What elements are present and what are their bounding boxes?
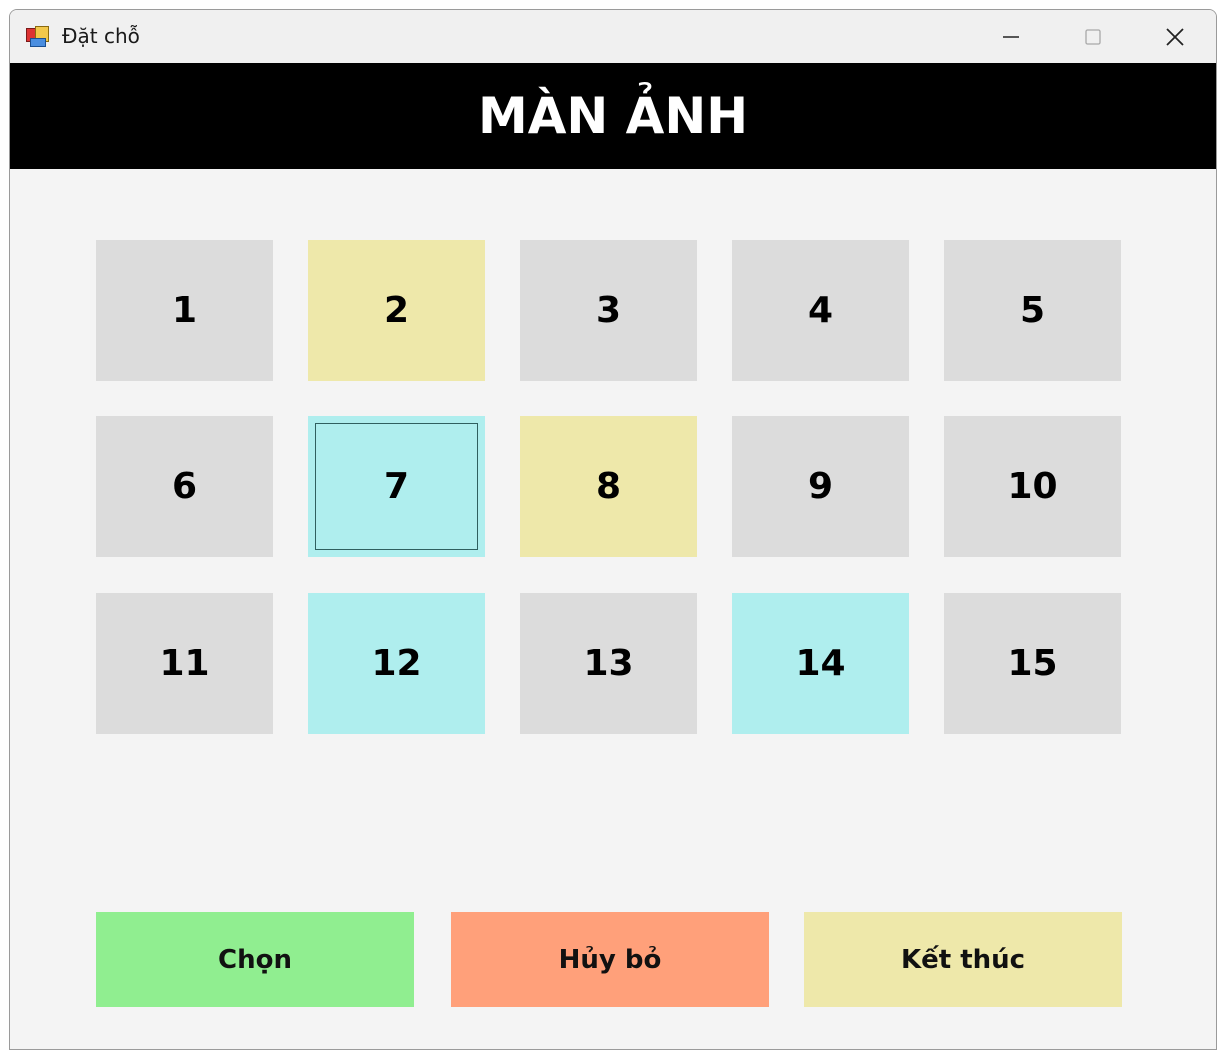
screen-banner: MÀN ẢNH — [10, 63, 1216, 169]
seat-8-button[interactable]: 8 — [520, 416, 697, 557]
focus-rectangle — [315, 423, 478, 550]
seat-11-button[interactable]: 11 — [96, 593, 273, 734]
seat-2-button[interactable]: 2 — [308, 240, 485, 381]
seat-label: 1 — [171, 290, 198, 331]
seat-5-button[interactable]: 5 — [944, 240, 1121, 381]
seat-label: 14 — [795, 643, 846, 684]
seat-label: 15 — [1007, 643, 1058, 684]
seat-3-button[interactable]: 3 — [520, 240, 697, 381]
seat-label: 10 — [1007, 466, 1058, 507]
seat-14-button[interactable]: 14 — [732, 593, 909, 734]
seat-12-button[interactable]: 12 — [308, 593, 485, 734]
seat-label: 4 — [807, 290, 834, 331]
finish-button[interactable]: Kết thúc — [804, 912, 1122, 1007]
window-title: Đặt chỗ — [62, 24, 140, 48]
seat-label: 6 — [171, 466, 198, 507]
seat-label: 5 — [1019, 290, 1046, 331]
booking-window: Đặt chỗ MÀN ẢNH 1 2 3 4 5 6 7 8 9 10 11 … — [9, 9, 1217, 1050]
seat-9-button[interactable]: 9 — [732, 416, 909, 557]
seat-4-button[interactable]: 4 — [732, 240, 909, 381]
seat-7-button[interactable]: 7 — [308, 416, 485, 557]
seat-10-button[interactable]: 10 — [944, 416, 1121, 557]
seat-1-button[interactable]: 1 — [96, 240, 273, 381]
seat-label: 13 — [583, 643, 634, 684]
maximize-button[interactable] — [1052, 10, 1134, 63]
seat-label: 11 — [159, 643, 210, 684]
close-icon — [1166, 27, 1184, 46]
seat-13-button[interactable]: 13 — [520, 593, 697, 734]
close-button[interactable] — [1134, 10, 1216, 63]
maximize-icon — [1085, 28, 1101, 45]
choose-button[interactable]: Chọn — [96, 912, 414, 1007]
seat-label: 9 — [807, 466, 834, 507]
seat-label: 12 — [371, 643, 422, 684]
seat-label: 8 — [595, 466, 622, 507]
seat-15-button[interactable]: 15 — [944, 593, 1121, 734]
app-icon — [26, 26, 49, 47]
seat-label: 2 — [383, 290, 410, 331]
title-bar[interactable]: Đặt chỗ — [10, 10, 1216, 63]
seat-6-button[interactable]: 6 — [96, 416, 273, 557]
seat-label: 3 — [595, 290, 622, 331]
minimize-button[interactable] — [970, 10, 1052, 63]
cancel-button[interactable]: Hủy bỏ — [451, 912, 769, 1007]
minimize-icon — [1003, 35, 1019, 38]
